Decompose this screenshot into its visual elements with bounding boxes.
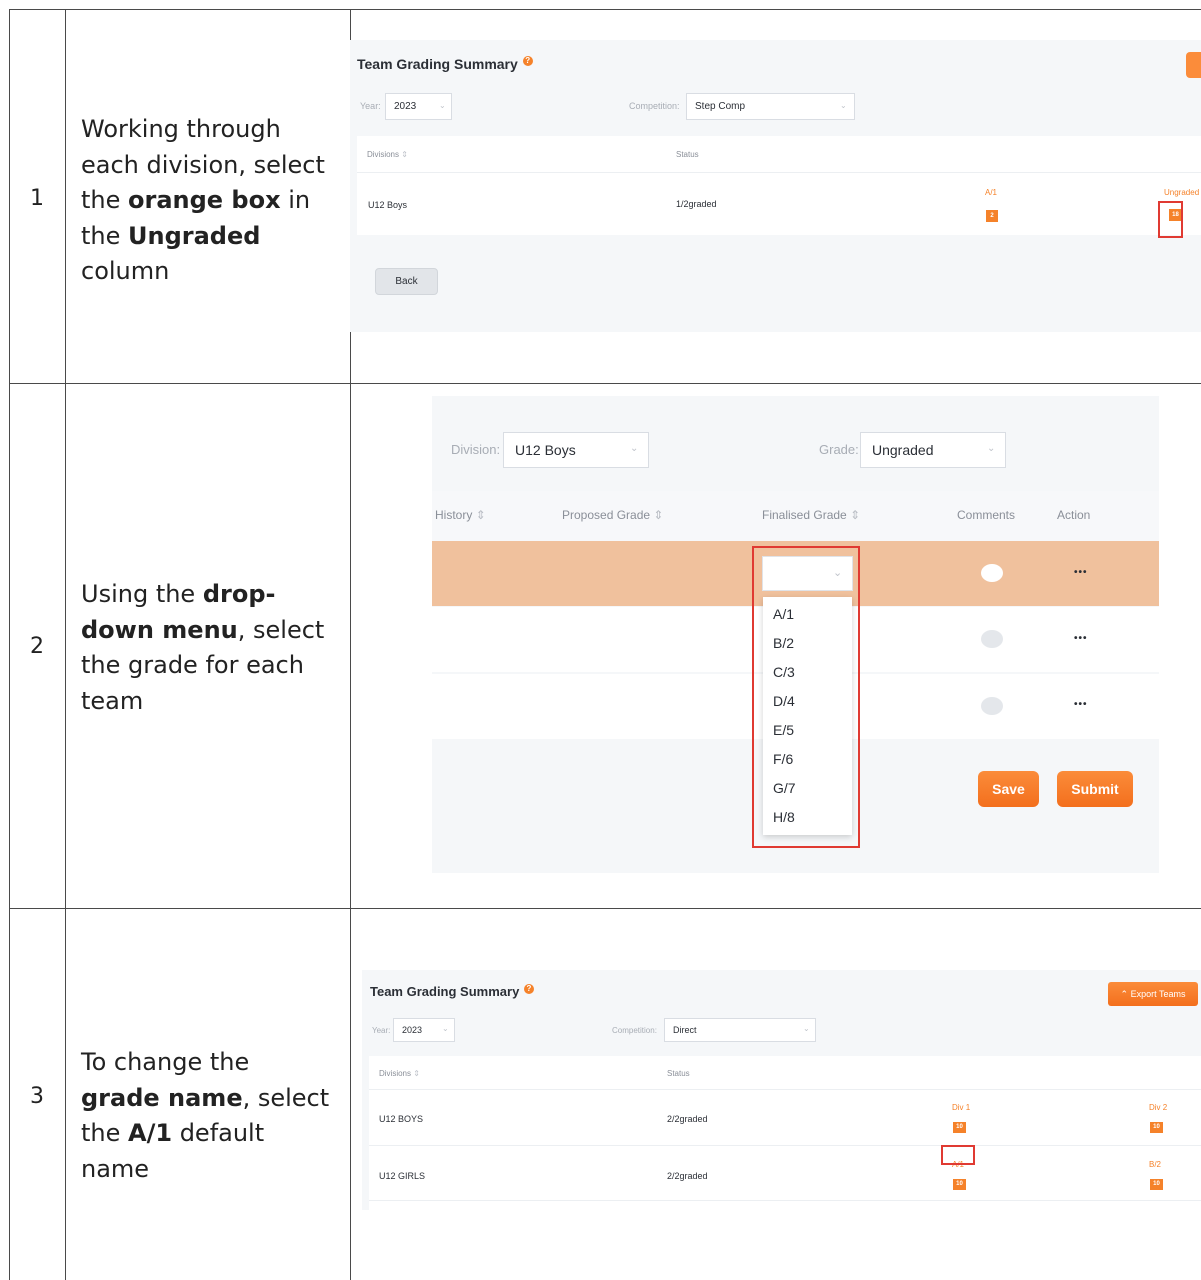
grade-label[interactable]: Div 2 [1149, 1103, 1167, 1112]
screenshot-grade-dropdown: Division: U12 Boys ⌄ Grade: Ungraded ⌄ H… [432, 396, 1159, 873]
back-button[interactable]: Back [375, 268, 438, 295]
row-divider-2 [9, 908, 1201, 909]
step-number: 3 [30, 1084, 44, 1109]
sort-icon: ⇕ [401, 150, 408, 159]
export-button[interactable] [1186, 52, 1201, 78]
status-text: 2/2graded [667, 1171, 708, 1181]
export-teams-button[interactable]: ⌃ Export Teams [1108, 982, 1198, 1006]
col-action: Action [1057, 508, 1091, 522]
sort-icon: ⇕ [413, 1069, 420, 1078]
ungraded-label: Ungraded [1164, 188, 1200, 197]
grade-count-box[interactable]: 10 [1150, 1179, 1163, 1190]
page-title: Team Grading Summary ? [357, 56, 533, 72]
screenshot-team-grading-summary: Team Grading Summary ? Year: 2023 ⌄ Comp… [350, 40, 1201, 332]
chevron-down-icon: ⌄ [987, 443, 996, 454]
emphasis-text: grade name [81, 1083, 243, 1112]
status-text: 2/2graded [667, 1114, 708, 1124]
chevron-down-icon: ⌄ [803, 1024, 810, 1033]
page-title: Team Grading Summary ? [370, 984, 534, 999]
grade-count-box[interactable]: 10 [953, 1122, 966, 1133]
help-icon[interactable]: ? [523, 984, 534, 994]
year-select[interactable]: 2023 ⌄ [385, 93, 452, 120]
chevron-down-icon: ⌄ [840, 101, 847, 110]
instruction-text: column [81, 257, 170, 285]
col-divisions[interactable]: Divisions ⇕ [379, 1069, 420, 1078]
emphasis-text: A/1 [128, 1119, 173, 1147]
emphasis-text: orange box [128, 186, 281, 214]
division-name: U12 BOYS [379, 1114, 424, 1124]
year-select[interactable]: 2023 ⌄ [393, 1018, 455, 1042]
sort-icon: ⇕ [475, 508, 486, 522]
division-select[interactable]: U12 Boys ⌄ [503, 432, 649, 468]
action-menu-icon[interactable]: ••• [1074, 567, 1088, 578]
grade-count-box[interactable]: 10 [953, 1179, 966, 1190]
step-instruction: Working through each division, select th… [81, 112, 331, 290]
col-divisions[interactable]: Divisions ⇕ [367, 150, 408, 159]
sort-icon: ⇕ [653, 508, 664, 522]
col-status: Status [667, 1069, 690, 1078]
competition-select[interactable]: Step Comp ⌄ [686, 93, 855, 120]
grade-label[interactable]: B/2 [1149, 1160, 1161, 1169]
grade-select[interactable]: Ungraded ⌄ [860, 432, 1006, 468]
grade-count-box[interactable]: 10 [1150, 1122, 1163, 1133]
save-button[interactable]: Save [978, 771, 1039, 807]
grade-label: Grade: [819, 442, 859, 457]
grade-label[interactable]: A/1 [985, 188, 997, 197]
status-text: 1/2graded [676, 199, 717, 209]
emphasis-text: Ungraded [128, 221, 261, 250]
highlight-box [941, 1145, 975, 1165]
table-divider [369, 1089, 1201, 1090]
col-status: Status [676, 150, 699, 159]
table-divider [357, 172, 1201, 173]
chevron-down-icon: ⌄ [630, 443, 639, 454]
submit-button[interactable]: Submit [1057, 771, 1133, 807]
sort-icon: ⇕ [850, 508, 861, 522]
instruction-text: Using the [81, 580, 203, 608]
division-label: Division: [451, 442, 501, 457]
competition-select[interactable]: Direct ⌄ [664, 1018, 816, 1042]
grade-count-box[interactable]: 2 [986, 210, 998, 222]
competition-label: Competition: [629, 101, 680, 111]
help-icon[interactable]: ? [522, 56, 533, 66]
col-finalised-grade[interactable]: Finalised Grade ⇕ [762, 508, 860, 522]
competition-label: Competition: [612, 1026, 657, 1035]
row-divider-1 [9, 383, 1201, 384]
action-menu-icon[interactable]: ••• [1074, 699, 1088, 710]
grade-label[interactable]: Div 1 [952, 1103, 970, 1112]
highlight-box [752, 546, 860, 848]
double-chevron-up-icon: ⌃ [1120, 989, 1129, 999]
step-number: 2 [30, 634, 44, 659]
instruction-text: To change the [81, 1048, 250, 1076]
step-instruction: Using the drop-down menu, select the gra… [81, 577, 331, 719]
comment-icon[interactable] [981, 564, 1003, 582]
step-instruction: To change the grade name, select the A/1… [81, 1045, 331, 1187]
year-label: Year: [372, 1026, 391, 1035]
divisions-table: Divisions ⇕ Status U12 Boys 1/2graded A/… [357, 136, 1201, 235]
highlight-box [1158, 201, 1183, 238]
comment-icon[interactable] [981, 697, 1003, 715]
comment-icon[interactable] [981, 630, 1003, 648]
screenshot-team-grading-summary-direct: Team Grading Summary ? ⌃ Export Teams Ye… [362, 970, 1201, 1210]
division-name: U12 GIRLS [379, 1171, 426, 1181]
table-divider [369, 1145, 1201, 1146]
col-divider-1 [65, 9, 66, 1280]
step-number: 1 [30, 186, 44, 211]
year-label: Year: [360, 101, 381, 111]
chevron-down-icon: ⌄ [439, 101, 446, 110]
table-border-top [9, 9, 1201, 10]
table-divider [369, 1200, 1201, 1201]
col-comments: Comments [957, 508, 1016, 522]
col-proposed-grade[interactable]: Proposed Grade ⇕ [562, 508, 663, 522]
divisions-table: Divisions ⇕ Status U12 BOYS 2/2graded Di… [369, 1056, 1201, 1210]
action-menu-icon[interactable]: ••• [1074, 633, 1088, 644]
col-history[interactable]: History ⇕ [435, 508, 486, 522]
division-name: U12 Boys [368, 200, 408, 210]
chevron-down-icon: ⌄ [442, 1024, 449, 1033]
